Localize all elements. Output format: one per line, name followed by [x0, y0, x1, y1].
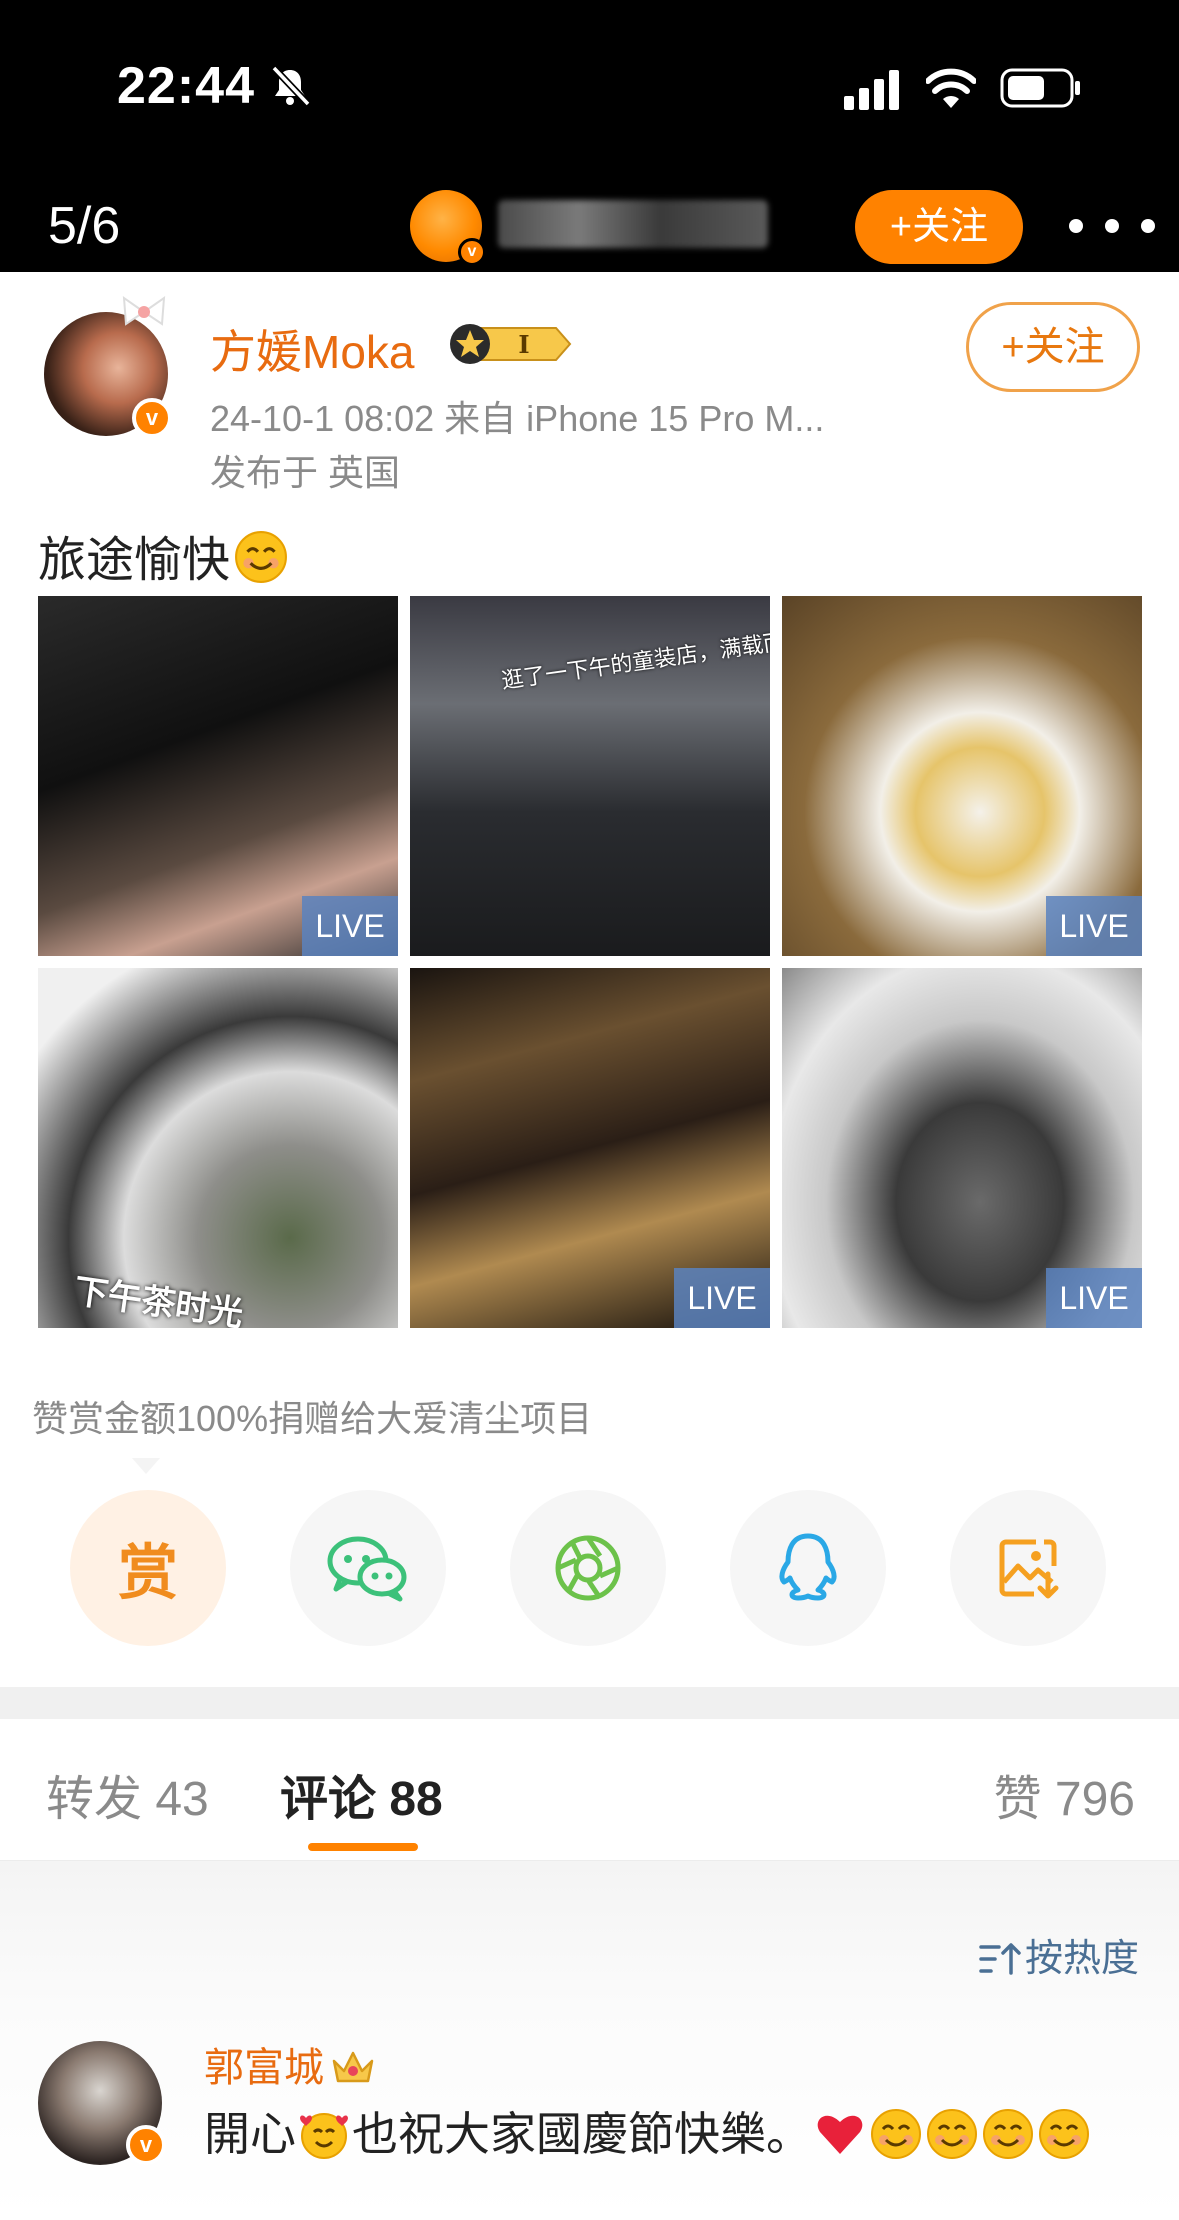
image-page-indicator: 5/6 — [48, 197, 121, 255]
header-avatar[interactable]: v — [410, 190, 486, 266]
verified-badge-icon: v — [132, 398, 172, 438]
photo-5[interactable]: LIVE — [410, 968, 770, 1328]
comment-text-b: 也祝大家國慶節快樂。 — [352, 2108, 812, 2160]
post-text-content: 旅途愉快 — [38, 534, 231, 587]
interaction-tabs: 转发 43 评论 88 赞 796 — [0, 1719, 1179, 1861]
vip-badge-icon[interactable]: I — [448, 320, 572, 368]
live-badge: LIVE — [1046, 1268, 1142, 1328]
post-time-source: 24-10-1 08:02 来自 iPhone 15 Pro M... — [210, 398, 825, 439]
post-location: 发布于 英国 — [210, 452, 401, 493]
save-image-button[interactable] — [950, 1490, 1106, 1646]
author-name[interactable]: 方媛Moka — [210, 316, 414, 382]
header-username-blurred[interactable] — [498, 200, 768, 248]
follow-button[interactable]: +关注 — [966, 302, 1140, 392]
qq-icon — [779, 1533, 837, 1601]
reward-note: 赞赏金额100%捐赠给大爱清尘项目 — [32, 1398, 593, 1439]
live-badge: LIVE — [302, 896, 398, 956]
commenter-avatar[interactable]: v — [38, 2041, 166, 2165]
wechat-icon — [327, 1536, 407, 1602]
hearts-face-emoji-icon — [300, 2113, 348, 2159]
cellular-signal-icon — [844, 70, 899, 110]
photo-1[interactable]: LIVE — [38, 596, 398, 956]
comment-text: 開心 也祝大家國慶節快樂。 — [204, 2101, 1144, 2167]
photo-caption: 下午茶时光 — [71, 1272, 246, 1328]
wifi-icon — [926, 68, 976, 108]
photo-6[interactable]: LIVE — [782, 968, 1142, 1328]
more-options-icon[interactable] — [1064, 206, 1174, 246]
post-text: 旅途愉快 — [38, 520, 288, 590]
active-tab-indicator — [308, 1843, 418, 1851]
smile-emoji-icon — [983, 2109, 1033, 2159]
verified-badge-icon: v — [458, 238, 486, 266]
sort-icon — [979, 1943, 1021, 1975]
comments-section: 按热度 v 郭富城 開心 也祝大家國慶節快樂。 — [0, 1861, 1179, 2220]
comment-text-a: 開心 — [204, 2108, 296, 2160]
author-avatar[interactable]: v — [44, 295, 172, 438]
share-qq-button[interactable] — [730, 1490, 886, 1646]
sort-label: 按热度 — [1024, 1938, 1139, 1980]
live-badge: LIVE — [1046, 896, 1142, 956]
share-moments-button[interactable] — [510, 1490, 666, 1646]
sort-by-hot-button[interactable]: 按热度 — [979, 1927, 1139, 1982]
crown-badge-icon — [332, 2051, 374, 2083]
silent-bell-icon — [271, 65, 311, 107]
share-wechat-button[interactable] — [290, 1490, 446, 1646]
tab-likes[interactable]: 赞 796 — [994, 1759, 1135, 1829]
post-card: v 方媛Moka I 24-10-1 08:02 来自 iPhone 15 Pr… — [0, 272, 1179, 1687]
smile-emoji-icon — [235, 531, 287, 583]
share-row: 赏 — [0, 1490, 1179, 1650]
battery-icon — [1000, 68, 1080, 108]
photo-2[interactable]: 逛了一下午的童装店，满载而归 — [410, 596, 770, 956]
save-image-icon — [999, 1539, 1059, 1599]
header-follow-button[interactable]: +关注 — [855, 190, 1023, 264]
reward-label: 赏 — [118, 1539, 178, 1607]
reward-button[interactable]: 赏 — [70, 1490, 226, 1646]
tooltip-arrow — [132, 1458, 160, 1474]
photo-4[interactable]: 下午茶时光 — [38, 968, 398, 1328]
smile-emoji-icon — [871, 2109, 921, 2159]
tab-comments[interactable]: 评论 88 — [280, 1759, 443, 1829]
commenter-name[interactable]: 郭富城 — [204, 2046, 324, 2090]
photo-grid: LIVE 逛了一下午的童装店，满载而归 LIVE 下午茶时光 LIVE LIVE — [38, 596, 1142, 1328]
live-badge: LIVE — [674, 1268, 770, 1328]
top-bar: 22:44 5/6 v +关注 — [0, 0, 1179, 272]
moments-icon — [555, 1535, 621, 1601]
photo-caption: 逛了一下午的童装店，满载而归 — [499, 625, 770, 694]
section-divider — [0, 1687, 1179, 1719]
commenter-name-row: 郭富城 — [204, 2035, 376, 2093]
red-heart-emoji-icon — [817, 2115, 863, 2154]
tab-repost[interactable]: 转发 43 — [46, 1759, 209, 1829]
bow-decoration-icon — [122, 295, 166, 326]
vip-level: I — [518, 330, 529, 359]
smile-emoji-icon — [1039, 2109, 1089, 2159]
verified-badge-icon: v — [126, 2125, 166, 2165]
status-time: 22:44 — [117, 57, 255, 115]
smile-emoji-icon — [927, 2109, 977, 2159]
photo-3[interactable]: LIVE — [782, 596, 1142, 956]
